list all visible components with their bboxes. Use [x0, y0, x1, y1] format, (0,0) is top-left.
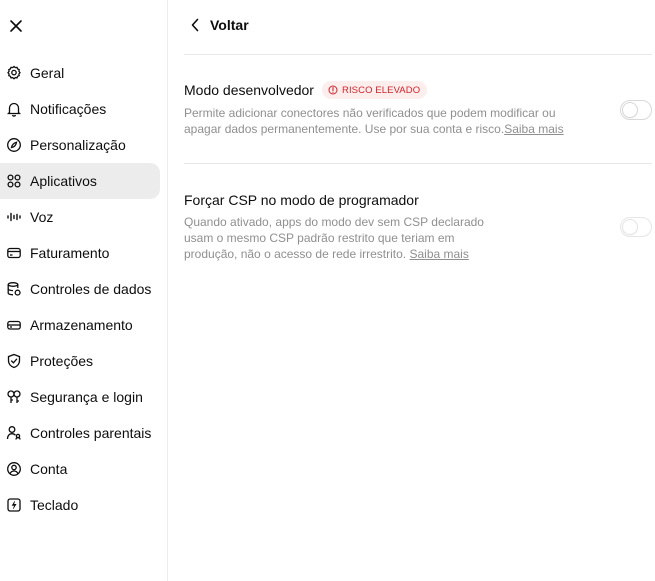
csp-toggle[interactable]	[620, 217, 652, 237]
gear-icon	[5, 64, 23, 82]
sidebar-item-protecoes[interactable]: Proteções	[0, 343, 168, 379]
sidebar-item-conta[interactable]: Conta	[0, 451, 168, 487]
sidebar-item-teclado[interactable]: Teclado	[0, 487, 168, 523]
sidebar-item-label: Personalização	[30, 137, 126, 153]
keyboard-icon	[5, 496, 23, 514]
divider	[184, 163, 652, 164]
description-line: apagar dados permanentemente. Use por su…	[184, 121, 584, 137]
sidebar-item-label: Geral	[30, 65, 65, 81]
sidebar-item-label: Armazenamento	[30, 317, 133, 333]
database-icon	[5, 280, 23, 298]
description-text: apagar dados permanentemente. Use por su…	[184, 122, 505, 136]
settings-nav: Geral Notificações Personalização Aplica…	[0, 55, 168, 523]
description-line: Quando ativado, apps do modo dev sem CSP…	[184, 215, 484, 229]
description-text: produção, não o acesso de rede irrestrit…	[184, 247, 410, 261]
toggle-knob	[623, 103, 637, 117]
csp-description: Quando ativado, apps do modo dev sem CSP…	[184, 214, 504, 262]
sidebar-item-label: Controles de dados	[30, 281, 152, 297]
close-button[interactable]	[5, 15, 27, 37]
developer-mode-description: Permite adicionar conectores não verific…	[184, 105, 584, 137]
sidebar-item-voz[interactable]: Voz	[0, 199, 168, 235]
sidebar-item-label: Conta	[30, 461, 68, 477]
chevron-left-icon	[190, 18, 200, 32]
developer-mode-toggle[interactable]	[620, 100, 652, 120]
storage-icon	[5, 316, 23, 334]
parental-icon	[5, 424, 23, 442]
csp-row-title: Forçar CSP no modo de programador	[184, 191, 419, 209]
sidebar-item-label: Controles parentais	[30, 425, 152, 441]
back-button[interactable]: Voltar	[190, 14, 249, 36]
risk-badge-label: RISCO ELEVADO	[341, 84, 421, 96]
key-icon	[5, 388, 23, 406]
back-label: Voltar	[210, 17, 249, 33]
alert-circle-icon	[328, 85, 338, 95]
developer-mode-row-title: Modo desenvolvedor RISCO ELEVADO	[184, 81, 428, 99]
sidebar-item-notificacoes[interactable]: Notificações	[0, 91, 168, 127]
sidebar-item-geral[interactable]: Geral	[0, 55, 168, 91]
description-line: produção, não o acesso de rede irrestrit…	[184, 246, 504, 262]
apps-grid-icon	[5, 172, 23, 190]
sidebar-item-faturamento[interactable]: Faturamento	[0, 235, 168, 271]
sidebar-item-armazenamento[interactable]: Armazenamento	[0, 307, 168, 343]
learn-more-link[interactable]: Saiba mais	[504, 122, 563, 136]
sidebar-item-aplicativos[interactable]: Aplicativos	[0, 163, 168, 199]
sidebar-item-personalizacao[interactable]: Personalização	[0, 127, 168, 163]
sidebar-item-label: Notificações	[30, 101, 107, 117]
sidebar-item-label: Teclado	[30, 497, 79, 513]
waveform-icon	[5, 208, 23, 226]
description-line: usam o mesmo CSP padrão restrito que ter…	[184, 231, 455, 245]
learn-more-link[interactable]: Saiba mais	[409, 247, 468, 261]
close-icon	[9, 19, 23, 33]
sidebar-item-label: Voz	[30, 209, 54, 225]
sidebar-item-label: Proteções	[30, 353, 94, 369]
personalization-icon	[5, 136, 23, 154]
sidebar-item-seguranca-e-login[interactable]: Segurança e login	[0, 379, 168, 415]
description-line: Permite adicionar conectores não verific…	[184, 106, 556, 120]
sidebar-item-label: Faturamento	[30, 245, 110, 261]
shield-icon	[5, 352, 23, 370]
developer-mode-title: Modo desenvolvedor	[184, 82, 314, 98]
divider	[184, 54, 652, 55]
sidebar-item-label: Segurança e login	[30, 389, 143, 405]
settings-sidebar: Geral Notificações Personalização Aplica…	[0, 0, 168, 581]
risk-badge: RISCO ELEVADO	[321, 81, 428, 99]
credit-card-icon	[5, 244, 23, 262]
csp-title: Forçar CSP no modo de programador	[184, 192, 419, 208]
bell-icon	[5, 100, 23, 118]
user-circle-icon	[5, 460, 23, 478]
sidebar-item-controles-de-dados[interactable]: Controles de dados	[0, 271, 168, 307]
settings-main: Voltar Modo desenvolvedor RISCO ELEVADO …	[168, 0, 655, 581]
sidebar-item-label: Aplicativos	[30, 173, 97, 189]
toggle-knob	[623, 220, 637, 234]
sidebar-item-controles-parentais[interactable]: Controles parentais	[0, 415, 168, 451]
